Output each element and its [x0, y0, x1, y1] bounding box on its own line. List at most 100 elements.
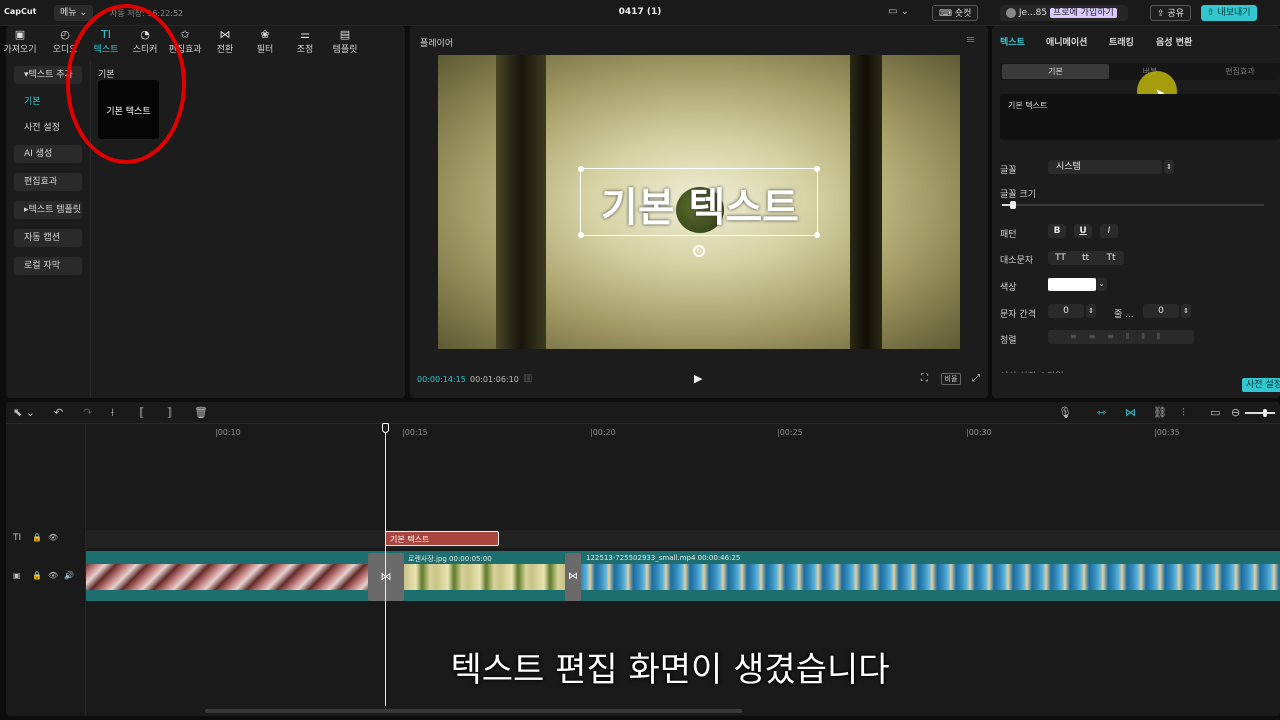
font-size-slider-thumb[interactable]: [1010, 201, 1016, 209]
lowercase-button[interactable]: tt: [1073, 251, 1098, 265]
preset-save-button[interactable]: 사전 설정: [1242, 378, 1280, 392]
tab-animation[interactable]: 애니메이션: [1046, 35, 1087, 48]
tool-tab-template[interactable]: ▤ 템플릿: [325, 28, 365, 55]
share-label: 공유: [1167, 9, 1184, 19]
uppercase-button[interactable]: TT: [1048, 251, 1073, 265]
microphone-icon[interactable]: 🎙: [1058, 406, 1072, 419]
sidebar-item-local-captions[interactable]: 로컬 자막: [14, 257, 82, 275]
tool-tab-transition[interactable]: ⋈ 전환: [205, 28, 245, 55]
clip-1[interactable]: [86, 564, 368, 590]
video-track-lock-icon[interactable]: 🔒: [32, 571, 42, 580]
color-swatch[interactable]: [1048, 278, 1096, 291]
zoom-out-icon[interactable]: ⊖: [1231, 406, 1240, 419]
handle-top-left[interactable]: [578, 166, 584, 172]
text-input-box[interactable]: 기본 텍스트: [1000, 94, 1280, 140]
split-right-icon[interactable]: ⟧: [167, 406, 172, 419]
play-icon[interactable]: ▶: [694, 372, 702, 385]
clip-2[interactable]: 로렌사장.jpg 00:00:05:00: [404, 553, 565, 601]
share-icon: ⇪: [1157, 9, 1165, 19]
user-account[interactable]: Je...85 프로에 가입하기: [1000, 5, 1128, 21]
titlecase-button[interactable]: Tt: [1098, 251, 1124, 265]
transition-1[interactable]: ⋈: [368, 553, 404, 601]
playhead-handle[interactable]: [382, 423, 389, 433]
split-left-icon[interactable]: ⟦: [139, 406, 144, 419]
line-spacing-stepper-icon[interactable]: ⇕: [1181, 304, 1191, 318]
redo-icon[interactable]: ↷: [83, 406, 92, 419]
text-track-icon: TI: [13, 533, 22, 543]
tab-voice[interactable]: 음성 변환: [1156, 35, 1192, 48]
line-spacing-label: 줄 ...: [1114, 310, 1134, 320]
align-group[interactable]: ≡≡≡⫴⫴⫴: [1048, 330, 1194, 344]
avatar: [1006, 7, 1016, 18]
text-track-lock-icon[interactable]: 🔒: [32, 533, 42, 542]
sidebar-item-effects[interactable]: 편집효과: [14, 173, 82, 191]
line-spacing-input[interactable]: 0: [1143, 304, 1179, 318]
underline-button[interactable]: U: [1074, 224, 1092, 238]
spacing-input[interactable]: 0: [1048, 304, 1084, 318]
video-track-audio-icon[interactable]: 🔊: [64, 571, 74, 580]
user-name: Je...85: [1018, 8, 1048, 18]
sidebar-item-auto-captions[interactable]: 자동 캡션: [14, 229, 82, 247]
fullscreen-icon[interactable]: ⤢: [972, 373, 980, 384]
export-button[interactable]: ⇧ 내보내기: [1201, 5, 1257, 21]
select-tool-icon[interactable]: ⬉ ⌄: [13, 406, 35, 419]
rotate-handle-icon[interactable]: ↻: [693, 245, 705, 257]
transition-2[interactable]: ⋈: [565, 553, 581, 601]
share-button[interactable]: ⇪ 공유: [1150, 5, 1191, 21]
tool-tab-label: 필터: [256, 45, 274, 55]
video-preview: 기본 텍스트 ↻: [438, 55, 960, 349]
font-size-slider[interactable]: [1002, 201, 1264, 209]
delete-icon[interactable]: 🗑: [194, 406, 208, 419]
sidebar-item-presets[interactable]: 사전 설정: [14, 119, 82, 137]
magnet-icon[interactable]: ⋈: [1125, 406, 1136, 419]
filter-icon: ❀: [260, 28, 270, 41]
text-input-value: 기본 텍스트: [1008, 101, 1048, 110]
undo-icon[interactable]: ↶: [54, 406, 63, 419]
link-icon[interactable]: ⛓: [1153, 406, 1167, 419]
text-selection-box[interactable]: 기본 텍스트: [578, 166, 820, 238]
link-main-track-icon[interactable]: ⇿: [1097, 406, 1106, 419]
preview-axis-icon[interactable]: ▭: [1210, 406, 1220, 419]
tool-tab-import[interactable]: ▣ 가져오기: [0, 28, 40, 55]
zoom-slider[interactable]: [1245, 409, 1275, 417]
handle-top-right[interactable]: [814, 166, 820, 172]
subtab-effects[interactable]: 편집효과: [1200, 64, 1280, 79]
align-center-icon[interactable]: ⫶: [1182, 406, 1185, 420]
tool-tab-filter[interactable]: ❀ 필터: [245, 28, 285, 55]
sidebar-item-text-templates[interactable]: ▸텍스트 템플릿: [14, 201, 82, 219]
clip-3-label: 122513-725502933_small.mp4 00:00:46:25: [586, 554, 741, 562]
bold-button[interactable]: B: [1048, 224, 1066, 238]
timecode-icon[interactable]: ▥: [523, 373, 532, 384]
screenshot-icon[interactable]: ⛶: [921, 373, 928, 384]
ruler-tick: |00:35: [1154, 428, 1180, 437]
video-track-visibility-icon[interactable]: 👁: [48, 571, 58, 580]
color-label: 색상: [1000, 283, 1017, 293]
sidebar-item-ai-generate[interactable]: AI 생성: [14, 145, 82, 163]
tab-tracking[interactable]: 트래킹: [1109, 35, 1134, 48]
timeline-scrollbar[interactable]: [205, 709, 742, 713]
video-subtitle: 텍스트 편집 화면이 생겼습니다: [450, 650, 890, 690]
spacing-stepper-icon[interactable]: ⇕: [1086, 304, 1096, 318]
italic-button[interactable]: I: [1100, 224, 1118, 238]
tool-tab-adjust[interactable]: ⚌ 조정: [285, 28, 325, 55]
text-track-visibility-icon[interactable]: 👁: [48, 533, 58, 542]
text-clip[interactable]: 기본 텍스트: [385, 531, 499, 546]
zoom-slider-thumb[interactable]: [1263, 409, 1267, 417]
font-select[interactable]: 시스템: [1048, 160, 1162, 174]
total-time: 00:01:06:10: [470, 375, 519, 384]
current-time: 00:00:14:15: [417, 375, 466, 384]
transition-icon: ⋈: [219, 28, 231, 41]
split-icon[interactable]: ⟊: [111, 406, 114, 420]
clip-3[interactable]: 122513-725502933_small.mp4 00:00:46:25: [581, 553, 1280, 601]
ratio-button[interactable]: 비율: [941, 373, 961, 385]
shortcut-button[interactable]: ⌨ 숏컷: [932, 5, 979, 21]
font-stepper-icon[interactable]: ⇕: [1164, 160, 1174, 174]
color-dropdown-icon[interactable]: ⌄: [1096, 278, 1107, 291]
subtab-basic[interactable]: 기본: [1002, 64, 1109, 79]
layout-icon[interactable]: ▭ ⌄: [888, 6, 909, 17]
pattern-label: 패턴: [1000, 230, 1017, 240]
clip-2-label: 로렌사장.jpg 00:00:05:00: [408, 555, 492, 563]
player-menu-icon[interactable]: ≡: [966, 33, 975, 46]
tab-text[interactable]: 텍스트: [1000, 35, 1025, 48]
pro-badge[interactable]: 프로에 가입하기: [1049, 8, 1117, 18]
